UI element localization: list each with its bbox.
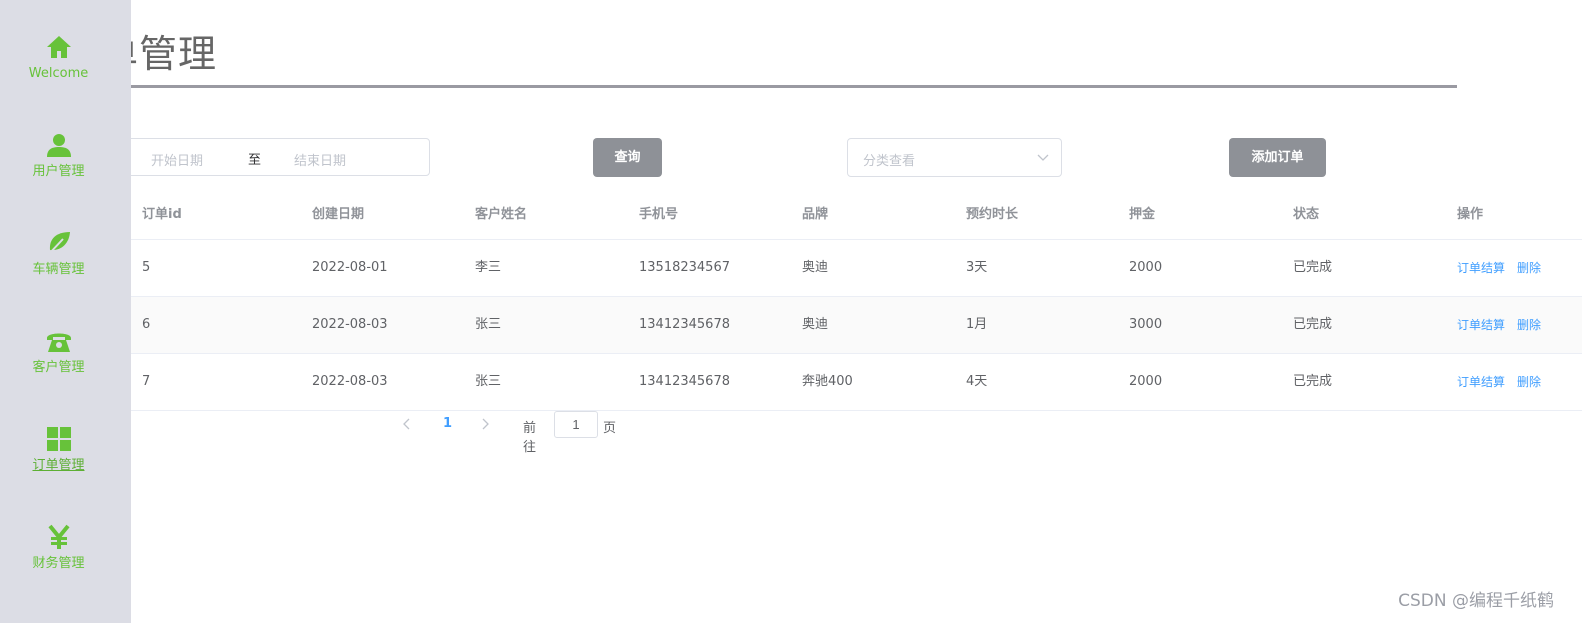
column-header: 手机号	[639, 207, 679, 222]
settle-order-link[interactable]: 订单结算	[1457, 261, 1505, 275]
sidebar-item-label: Welcome	[28, 66, 89, 81]
sidebar-item-customers[interactable]: 客户管理	[0, 328, 117, 376]
query-button[interactable]: 查询	[593, 138, 662, 177]
column-header: 品牌	[802, 207, 829, 222]
phone-cell: 13518234567	[639, 260, 730, 275]
page-number-current[interactable]: 1	[443, 416, 452, 431]
home-icon	[46, 36, 71, 58]
goto-label: 前往	[523, 421, 537, 455]
sidebar-item-orders[interactable]: 订单管理	[0, 426, 117, 474]
created-date-cell: 2022-08-03	[312, 374, 388, 389]
column-header: 创建日期	[312, 207, 365, 222]
phone-cell: 13412345678	[639, 374, 730, 389]
brand-cell: 奥迪	[802, 317, 829, 332]
category-select-placeholder: 分类查看	[863, 154, 916, 169]
sidebar-item-label: 财务管理	[32, 556, 85, 571]
duration-cell: 1月	[966, 317, 988, 332]
delete-order-link[interactable]: 删除	[1517, 318, 1541, 332]
deposit-cell: 3000	[1129, 317, 1163, 332]
status-cell: 已完成	[1293, 374, 1333, 389]
watermark: CSDN @编程千纸鹤	[1398, 591, 1554, 611]
chevron-right-icon[interactable]	[478, 417, 492, 431]
customer-name-cell: 张三	[475, 317, 502, 332]
column-header: 操作	[1457, 207, 1484, 222]
actions-cell: 订单结算 删除	[1457, 240, 1541, 297]
column-header: 订单id	[142, 207, 182, 222]
actions-cell: 订单结算 删除	[1457, 354, 1541, 411]
customer-name-cell: 张三	[475, 374, 502, 389]
table-row: 6 2022-08-03 张三 13412345678 奥迪 1月 3000 已…	[131, 297, 1582, 354]
phone-cell: 13412345678	[639, 317, 730, 332]
order-id-cell: 7	[142, 374, 151, 389]
sidebar-item-vehicles[interactable]: 车辆管理	[0, 230, 117, 278]
duration-cell: 3天	[966, 260, 988, 275]
order-id-cell: 6	[142, 317, 151, 332]
duration-cell: 4天	[966, 374, 988, 389]
yen-icon	[47, 524, 70, 549]
column-header: 客户姓名	[475, 207, 528, 222]
chevron-left-icon[interactable]	[400, 417, 414, 431]
category-select[interactable]: 分类查看	[847, 138, 1062, 177]
page-suffix-label: 页	[603, 421, 617, 436]
status-cell: 已完成	[1293, 260, 1333, 275]
title-divider	[131, 85, 1457, 88]
table-row: 7 2022-08-03 张三 13412345678 奔驰400 4天 200…	[131, 354, 1582, 411]
add-order-button[interactable]: 添加订单	[1229, 138, 1326, 177]
created-date-cell: 2022-08-01	[312, 260, 388, 275]
order-id-cell: 5	[142, 260, 151, 275]
actions-cell: 订单结算 删除	[1457, 297, 1541, 354]
delete-order-link[interactable]: 删除	[1517, 375, 1541, 389]
leaf-icon	[46, 232, 70, 256]
chevron-down-icon	[1037, 154, 1049, 161]
deposit-cell: 2000	[1129, 260, 1163, 275]
date-range-picker[interactable]: 开始日期 至 结束日期	[118, 138, 430, 176]
sidebar-item-label: 车辆管理	[32, 262, 85, 277]
sidebar-item-label: 用户管理	[32, 164, 85, 179]
created-date-cell: 2022-08-03	[312, 317, 388, 332]
sidebar-item-label: 订单管理	[32, 458, 85, 473]
customer-name-cell: 李三	[475, 260, 502, 275]
date-range-separator: 至	[248, 153, 262, 168]
table-row: 5 2022-08-01 李三 13518234567 奥迪 3天 2000 已…	[131, 240, 1582, 297]
end-date-input[interactable]: 结束日期	[294, 150, 346, 169]
deposit-cell: 2000	[1129, 374, 1163, 389]
page-jump-input[interactable]	[554, 411, 598, 438]
user-icon	[46, 134, 71, 157]
start-date-input[interactable]: 开始日期	[151, 150, 203, 169]
sidebar-item-finance[interactable]: 财务管理	[0, 524, 117, 572]
brand-cell: 奔驰400	[802, 374, 853, 389]
phone-icon	[46, 333, 71, 352]
table-header-row: 订单id 创建日期 客户姓名 手机号 品牌 预约时长 押金 状态 操作	[131, 191, 1582, 240]
brand-cell: 奥迪	[802, 260, 829, 275]
sidebar-item-welcome[interactable]: Welcome	[0, 34, 117, 82]
column-header: 状态	[1293, 207, 1320, 222]
sidebar-item-label: 客户管理	[32, 360, 85, 375]
delete-order-link[interactable]: 删除	[1517, 261, 1541, 275]
sidebar-item-users[interactable]: 用户管理	[0, 132, 117, 180]
status-cell: 已完成	[1293, 317, 1333, 332]
grid-icon	[46, 427, 71, 451]
settle-order-link[interactable]: 订单结算	[1457, 375, 1505, 389]
orders-table: 订单id 创建日期 客户姓名 手机号 品牌 预约时长 押金 状态 操作 5 20…	[131, 191, 1582, 411]
column-header: 押金	[1129, 207, 1156, 222]
settle-order-link[interactable]: 订单结算	[1457, 318, 1505, 332]
column-header: 预约时长	[966, 207, 1019, 222]
sidebar: Welcome 用户管理 车辆管理 客户管理 订单管理 财务管理	[0, 0, 131, 623]
